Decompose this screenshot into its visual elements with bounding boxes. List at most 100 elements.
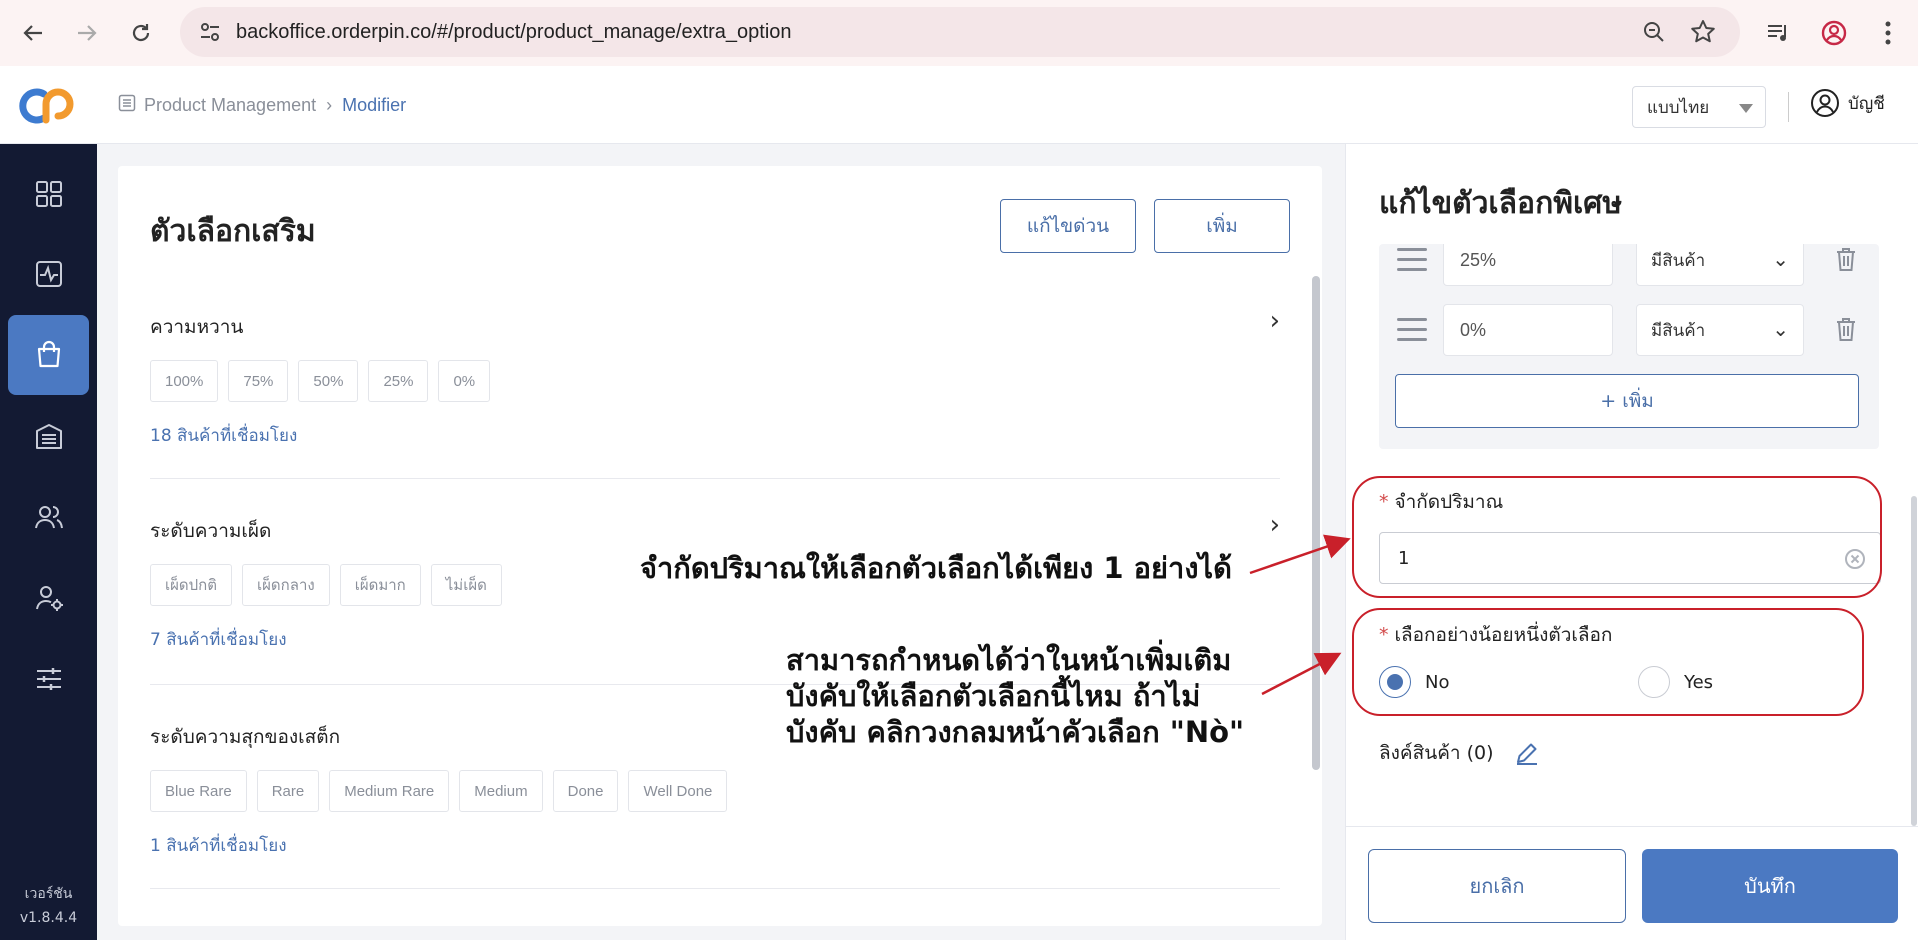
- option-chip: Rare: [256, 770, 320, 812]
- sidebar: เวอร์ชัน v1.8.4.4: [0, 144, 97, 940]
- option-chip: 50%: [298, 360, 359, 402]
- add-modifier-button[interactable]: เพิ่ม: [1154, 199, 1290, 253]
- option-chip: Blue Rare: [150, 770, 247, 812]
- language-value: แบบไทย: [1647, 97, 1710, 118]
- version-info: เวอร์ชัน v1.8.4.4: [0, 882, 97, 930]
- modifier-group-sweetness[interactable]: ความหวาน 100% 75% 50% 25% 0% 18 สินค้าที…: [150, 306, 1280, 449]
- reload-icon[interactable]: [124, 16, 158, 50]
- panel-title: แก้ไขตัวเลือกพิเศษ: [1379, 186, 1623, 221]
- option-status-value: มีสินค้า: [1651, 320, 1706, 341]
- address-bar[interactable]: backoffice.orderpin.co/#/product/product…: [180, 7, 1740, 57]
- option-chip: เผ็ดปกติ: [150, 564, 233, 606]
- orderpin-logo[interactable]: [16, 86, 80, 130]
- option-chip: 25%: [368, 360, 429, 402]
- option-chip: ไม่เผ็ด: [430, 564, 502, 606]
- back-arrow-icon[interactable]: [16, 16, 50, 50]
- save-button[interactable]: บันทึก: [1642, 849, 1898, 923]
- option-chip: เผ็ดกลาง: [242, 564, 330, 606]
- option-chip: Medium Rare: [329, 770, 450, 812]
- limit-highlight-outline: [1352, 476, 1882, 598]
- chevron-down-icon: ⌄: [1772, 317, 1789, 341]
- option-chip: 0%: [438, 360, 491, 402]
- account-label: บัญชี: [1848, 93, 1885, 114]
- sidebar-item-products[interactable]: [8, 315, 89, 395]
- option-chip: 100%: [150, 360, 219, 402]
- sidebar-item-settings[interactable]: [8, 639, 89, 719]
- required-annotation-line2: บังคับให้เลือกตัวเลือกนี้ไหม ถ้าไม่: [786, 679, 1201, 713]
- group-title: ระดับความเผ็ด: [150, 520, 272, 542]
- quick-edit-button[interactable]: แก้ไขด่วน: [1000, 199, 1136, 253]
- activity-icon: [35, 261, 62, 287]
- version-number: v1.8.4.4: [19, 910, 78, 926]
- drag-handle-icon[interactable]: [1397, 248, 1427, 278]
- required-annotation-line3: บังคับ คลิกวงกลมหน้าคัวเลือก "Nò": [786, 715, 1245, 749]
- drag-handle-icon[interactable]: [1397, 318, 1427, 348]
- option-chip: Well Done: [628, 770, 728, 812]
- trash-icon[interactable]: [1834, 316, 1858, 346]
- zoom-icon[interactable]: [1642, 20, 1666, 48]
- main-scrollbar[interactable]: [1312, 276, 1320, 770]
- required-annotation-line1: สามารถกำหนดได้ว่าในหน้าเพิ่มเติม: [786, 643, 1232, 677]
- linked-products-link[interactable]: 18 สินค้าที่เชื่อมโยง: [150, 422, 1280, 449]
- option-status-value: มีสินค้า: [1651, 250, 1706, 271]
- shopping-bag-icon: [37, 340, 60, 368]
- chevron-right-icon[interactable]: ›: [1270, 306, 1280, 336]
- panel-footer: ยกเลิก บันทึก: [1346, 826, 1918, 940]
- panel-scrollbar[interactable]: [1911, 496, 1917, 826]
- grid-icon: [35, 181, 62, 207]
- caret-down-icon: [1739, 104, 1753, 113]
- warehouse-icon: [35, 424, 62, 449]
- link-products-label: ลิงค์สินค้า (0): [1379, 742, 1494, 764]
- version-label: เวอร์ชัน: [24, 886, 73, 902]
- option-list: 25% มีสินค้า ⌄ 0% มีสินค้า ⌄ + เพิ่ม: [1379, 244, 1879, 449]
- chevron-down-icon: ⌄: [1772, 247, 1789, 271]
- sidebar-item-dashboard[interactable]: [8, 154, 89, 234]
- breadcrumb-modifier: Modifier: [342, 95, 407, 115]
- profile-icon[interactable]: [1818, 17, 1850, 49]
- group-title: ความหวาน: [150, 316, 244, 338]
- sidebar-item-customers[interactable]: [8, 477, 89, 557]
- sidebar-item-reports[interactable]: [8, 234, 89, 314]
- user-gear-icon: [35, 586, 63, 611]
- list-icon: [118, 94, 136, 117]
- link-products-row: ลิงค์สินค้า (0): [1379, 738, 1540, 768]
- breadcrumb: Product Management › Modifier: [118, 94, 406, 117]
- sidebar-item-store[interactable]: [8, 396, 89, 476]
- option-chip: 75%: [228, 360, 289, 402]
- linked-products-link[interactable]: 1 สินค้าที่เชื่อมโยง: [150, 832, 1280, 859]
- media-control-icon[interactable]: [1762, 17, 1794, 49]
- cancel-button[interactable]: ยกเลิก: [1368, 849, 1626, 923]
- add-option-button[interactable]: + เพิ่ม: [1395, 374, 1859, 428]
- chevron-right-icon[interactable]: ›: [1270, 510, 1280, 540]
- pencil-icon[interactable]: [1514, 740, 1540, 766]
- modifier-list-card: ตัวเลือกเสริม แก้ไขด่วน เพิ่ม ความหวาน 1…: [118, 166, 1322, 926]
- option-chip: Done: [552, 770, 619, 812]
- option-status-select[interactable]: มีสินค้า ⌄: [1636, 244, 1804, 286]
- required-highlight-outline: [1352, 608, 1864, 716]
- url-text: backoffice.orderpin.co/#/product/product…: [236, 20, 792, 43]
- option-row: 0% มีสินค้า ⌄: [1397, 304, 1877, 358]
- page-title: ตัวเลือกเสริม: [150, 214, 316, 249]
- app-header: Product Management › Modifier แบบไทย บัญ…: [0, 66, 1918, 144]
- option-name-input[interactable]: 0%: [1443, 304, 1613, 356]
- option-status-select[interactable]: มีสินค้า ⌄: [1636, 304, 1804, 356]
- sidebar-item-staff-settings[interactable]: [8, 558, 89, 638]
- trash-icon[interactable]: [1834, 246, 1858, 276]
- site-settings-icon[interactable]: [198, 20, 222, 48]
- option-name-input[interactable]: 25%: [1443, 244, 1613, 286]
- kebab-menu-icon[interactable]: [1872, 17, 1904, 49]
- option-row: 25% มีสินค้า ⌄: [1397, 244, 1877, 288]
- breadcrumb-product-management[interactable]: Product Management: [144, 95, 316, 116]
- forward-arrow-icon[interactable]: [70, 16, 104, 50]
- option-chip: เผ็ดมาก: [339, 564, 421, 606]
- group-divider: [150, 478, 1280, 479]
- header-divider: [1788, 92, 1789, 122]
- browser-toolbar: backoffice.orderpin.co/#/product/product…: [0, 0, 1918, 66]
- bookmark-star-icon[interactable]: [1690, 19, 1716, 49]
- sliders-icon: [36, 668, 61, 690]
- users-icon: [34, 506, 63, 529]
- chevron-right-icon: ›: [326, 95, 333, 115]
- account-menu[interactable]: บัญชี: [1810, 88, 1885, 118]
- user-circle-icon: [1811, 89, 1839, 117]
- language-select[interactable]: แบบไทย: [1632, 86, 1766, 128]
